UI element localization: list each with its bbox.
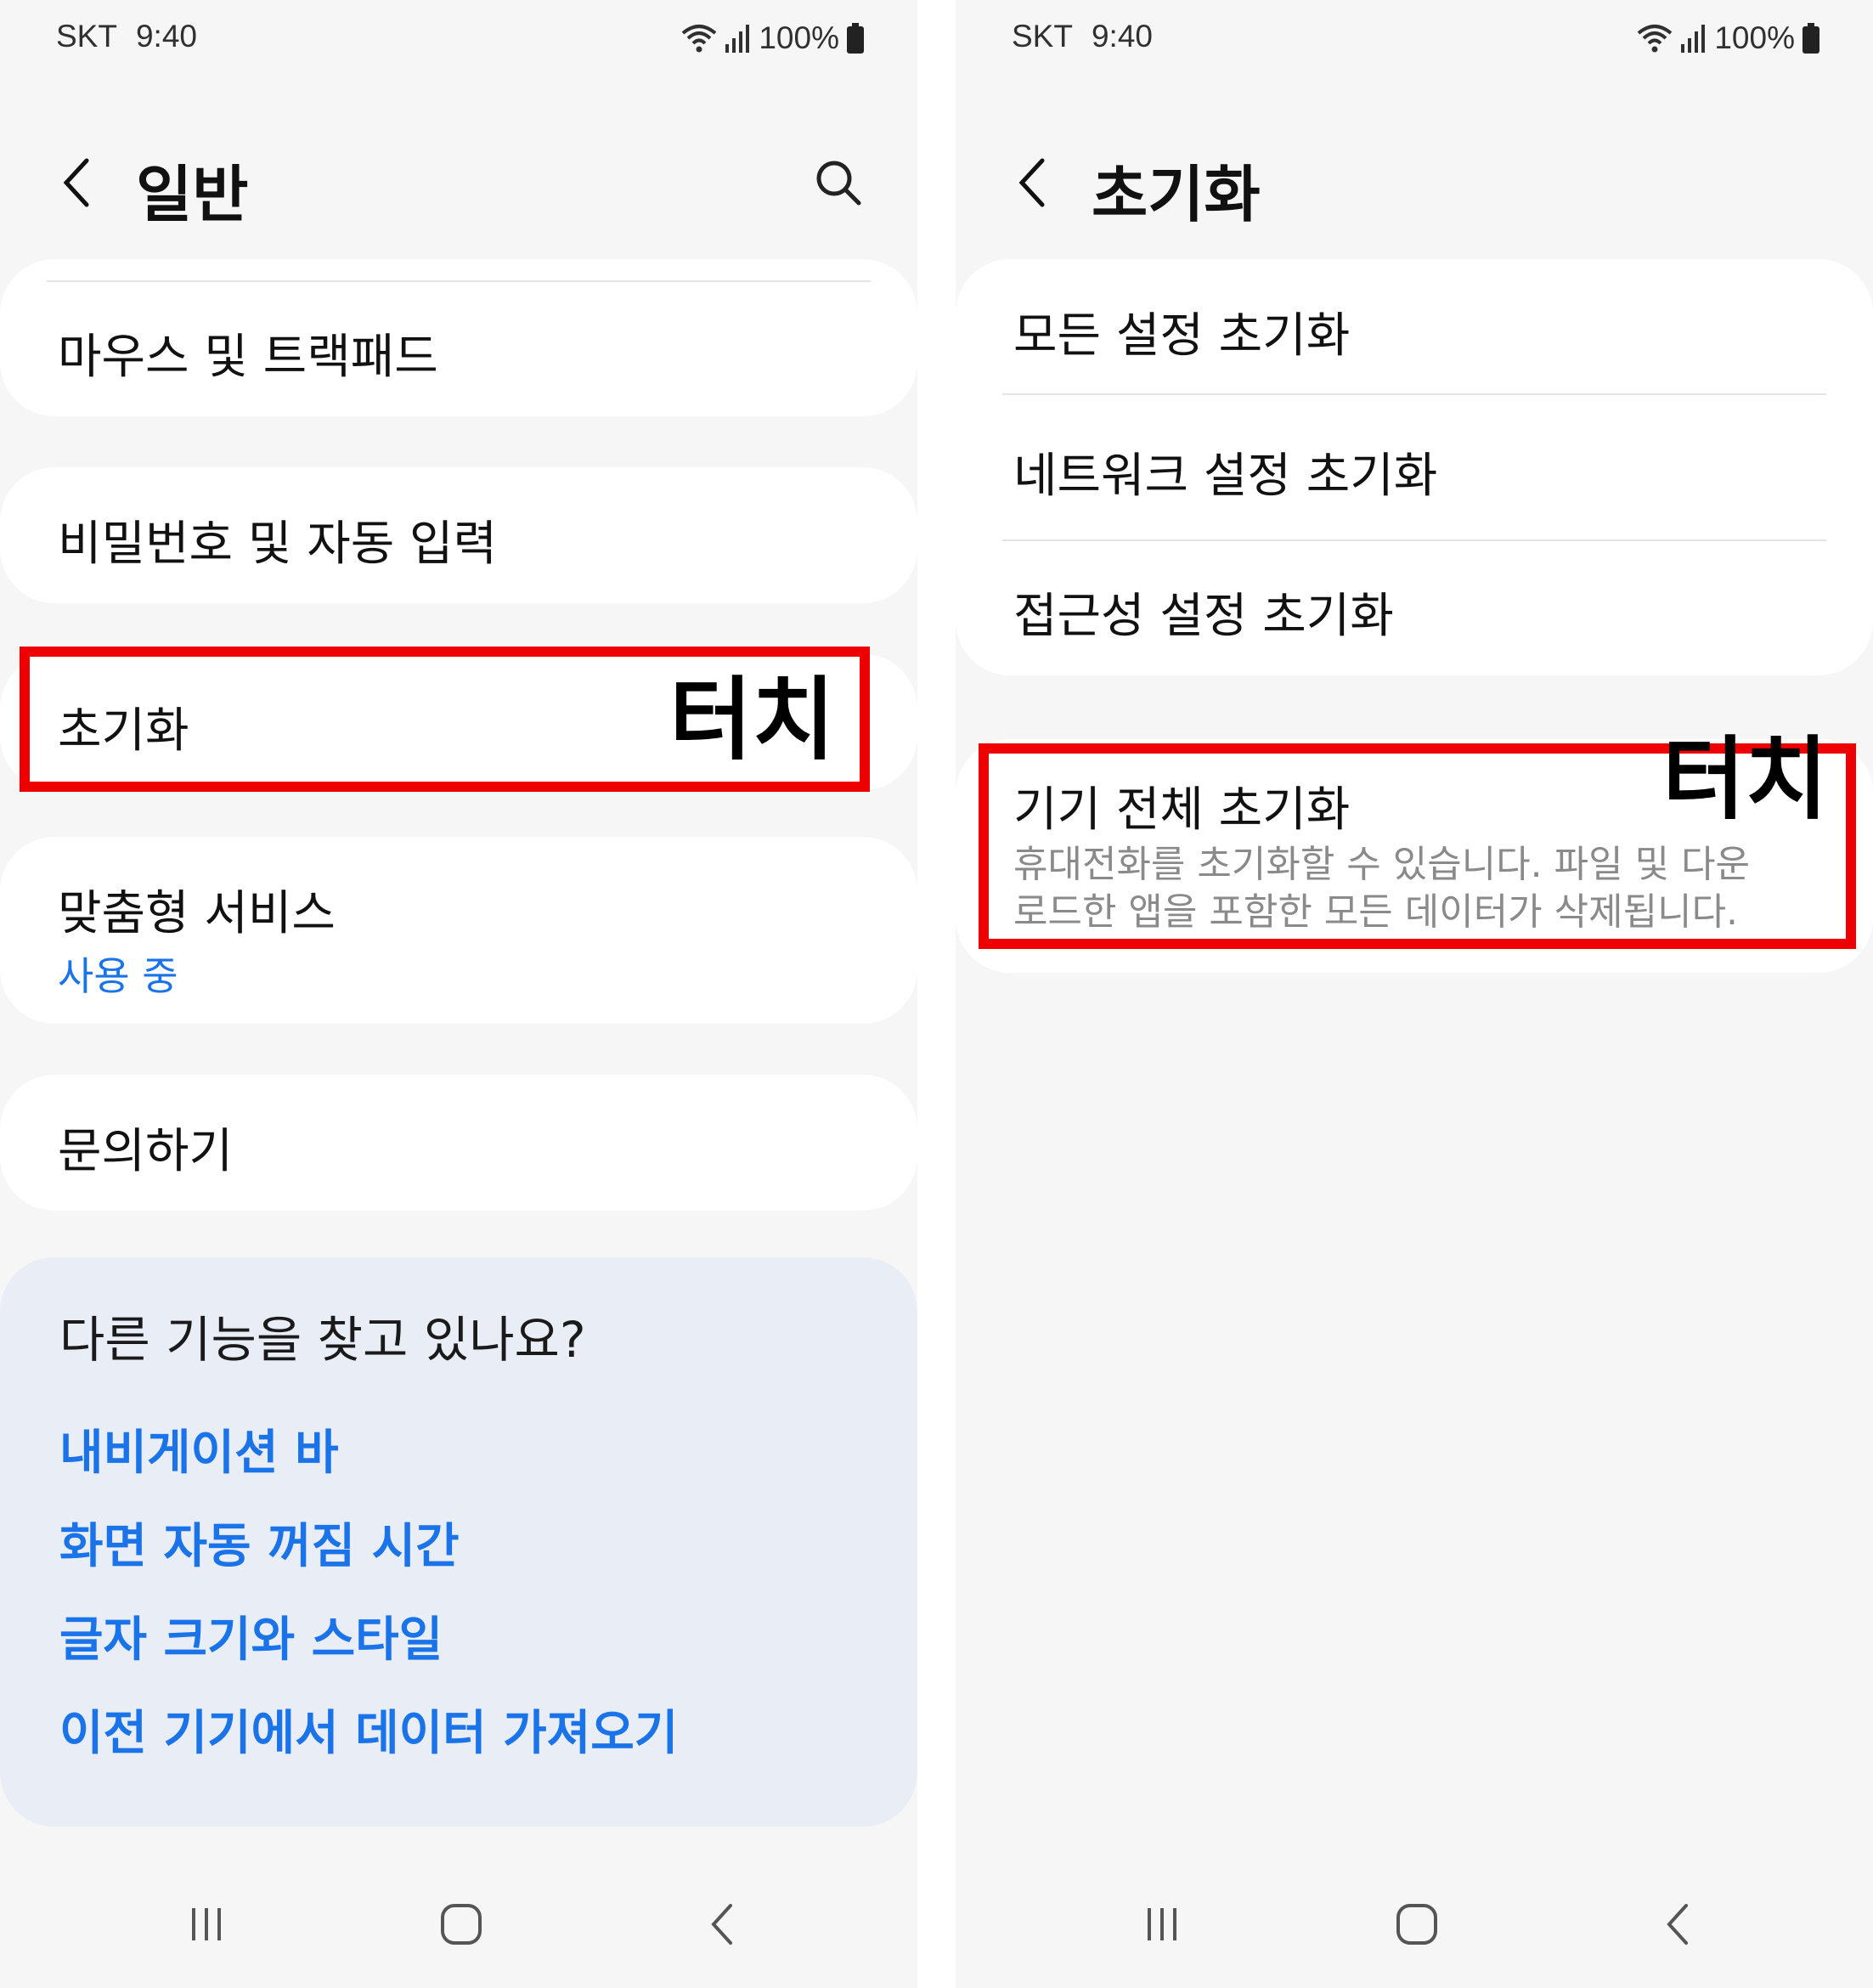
suggestions-card: 다른 기능을 찾고 있나요? 내비게이션 바 화면 자동 꺼짐 시간 글자 크기…: [0, 1257, 917, 1827]
nav-back-button[interactable]: [684, 1886, 760, 1963]
chevron-left-icon: [63, 158, 89, 207]
back-icon: [711, 1904, 732, 1945]
status-left: SKT 9:40: [56, 19, 216, 54]
divider: [1002, 539, 1826, 541]
home-icon: [441, 1904, 482, 1945]
recents-icon: [1148, 1908, 1176, 1940]
card-contact: 문의하기: [0, 1075, 917, 1211]
chevron-left-icon: [1018, 158, 1045, 207]
status-bar: SKT 9:40 100%: [0, 0, 917, 76]
status-bar: SKT 9:40 100%: [956, 0, 1873, 76]
left-screen: SKT 9:40 100% 일반 마우스 및 트랙패드 비밀번호 및 자동 입력…: [0, 0, 917, 1988]
menu-item-reset-accessibility-settings[interactable]: 접근성 설정 초기화: [1013, 578, 1394, 647]
right-screen: SKT 9:40 100% 초기화 모든 설정 초기화 네트워크 설정 초기화 …: [956, 0, 1873, 1988]
suggestion-link-font-size[interactable]: 글자 크기와 스타일: [59, 1601, 443, 1670]
signal-icon: [725, 25, 750, 53]
page-title: 일반: [136, 159, 249, 230]
status-left: SKT 9:40: [1012, 19, 1171, 54]
divider: [47, 280, 871, 282]
menu-item-password-autofill[interactable]: 비밀번호 및 자동 입력: [58, 505, 497, 574]
search-button[interactable]: [809, 153, 868, 212]
recents-button[interactable]: [1124, 1886, 1200, 1963]
touch-annotation: 터치: [1662, 727, 1829, 832]
suggestion-link-transfer-data[interactable]: 이전 기기에서 데이터 가져오기: [59, 1695, 678, 1764]
battery-icon: [1802, 23, 1819, 54]
nav-back-button[interactable]: [1639, 1886, 1716, 1963]
menu-item-reset-network-settings[interactable]: 네트워크 설정 초기화: [1013, 438, 1437, 506]
header: 일반: [0, 127, 917, 238]
home-button[interactable]: [423, 1886, 499, 1963]
suggestions-title: 다른 기능을 찾고 있나요?: [59, 1311, 586, 1369]
home-button[interactable]: [1379, 1886, 1455, 1963]
header: 초기화: [956, 127, 1873, 238]
menu-item-contact-us[interactable]: 문의하기: [58, 1113, 233, 1182]
page-title: 초기화: [1092, 159, 1261, 230]
suggestion-link-navigation-bar[interactable]: 내비게이션 바: [59, 1415, 339, 1483]
status-right: 100%: [680, 19, 865, 58]
recents-button[interactable]: [168, 1886, 245, 1963]
nav-bar: [0, 1861, 917, 1988]
battery-icon: [847, 23, 864, 54]
menu-item-customization[interactable]: 맞춤형 서비스: [58, 875, 336, 944]
wifi-icon: [1638, 25, 1673, 53]
back-icon: [1667, 1904, 1688, 1945]
back-button[interactable]: [51, 153, 102, 212]
clock: 9:40: [135, 19, 197, 54]
reset-options-card: 모든 설정 초기화 네트워크 설정 초기화 접근성 설정 초기화: [956, 259, 1873, 675]
customization-status: 사용 중: [58, 953, 178, 999]
menu-item-reset-all-settings[interactable]: 모든 설정 초기화: [1013, 297, 1350, 366]
suggestion-link-screen-timeout[interactable]: 화면 자동 꺼짐 시간: [59, 1508, 460, 1577]
touch-annotation: 터치: [669, 668, 836, 772]
recents-icon: [192, 1908, 221, 1940]
carrier-label: SKT: [56, 19, 117, 54]
status-right: 100%: [1636, 19, 1820, 58]
battery-percent: 100%: [1714, 20, 1795, 55]
battery-percent: 100%: [759, 20, 839, 55]
card-customization: 맞춤형 서비스 사용 중: [0, 837, 917, 1024]
clock: 9:40: [1091, 19, 1153, 54]
wifi-icon: [682, 25, 717, 53]
menu-item-mouse-trackpad[interactable]: 마우스 및 트랙패드: [58, 319, 438, 387]
search-icon: [816, 161, 861, 206]
nav-bar: [956, 1861, 1873, 1988]
divider: [1002, 393, 1826, 395]
card-password: 비밀번호 및 자동 입력: [0, 467, 917, 603]
signal-icon: [1681, 25, 1706, 53]
back-button[interactable]: [1007, 153, 1058, 212]
home-icon: [1396, 1904, 1437, 1945]
carrier-label: SKT: [1012, 19, 1073, 54]
card-mouse: 마우스 및 트랙패드: [0, 259, 917, 416]
